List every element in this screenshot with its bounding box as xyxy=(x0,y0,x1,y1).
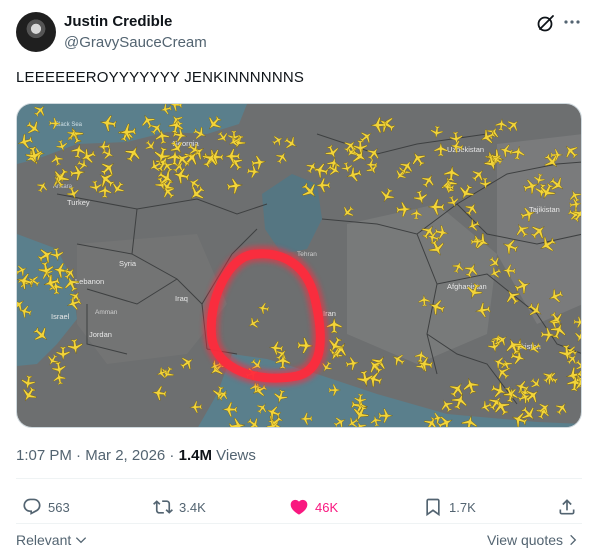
tweet-text: LEEEEEEROYYYYYYY JENKINNNNNNS xyxy=(16,69,305,86)
bookmark-icon xyxy=(426,498,440,517)
reply-icon xyxy=(23,498,41,515)
flight-map: Georgia Turkey Ankara Syria Lebanon Isra… xyxy=(17,104,581,427)
repost-button[interactable]: 3.4K xyxy=(153,496,206,518)
author-handle[interactable]: @GravySauceCream xyxy=(64,33,207,53)
repost-icon xyxy=(153,500,173,514)
repost-count: 3.4K xyxy=(179,499,206,515)
share-button[interactable] xyxy=(557,496,583,518)
sort-label: Relevant xyxy=(16,532,72,548)
map-label-israel: Israel xyxy=(51,312,70,321)
tweet-time[interactable]: 1:07 PM xyxy=(16,447,72,464)
bookmark-button[interactable]: 1.7K xyxy=(423,496,476,518)
tweet-meta: 1:07 PM · Mar 2, 2026 · 1.4M Views xyxy=(16,446,256,466)
views-count: 1.4M xyxy=(178,447,212,464)
author-name[interactable]: Justin Credible xyxy=(64,12,172,32)
view-quotes-link[interactable]: View quotes xyxy=(487,530,580,550)
meta-separator: · xyxy=(165,447,179,464)
map-label-jordan: Jordan xyxy=(89,330,112,339)
grok-icon[interactable] xyxy=(536,13,556,33)
map-label-lebanon: Lebanon xyxy=(75,277,104,286)
sort-replies-dropdown[interactable]: Relevant xyxy=(16,530,88,550)
map-label-iraq: Iraq xyxy=(175,294,188,303)
divider xyxy=(16,478,582,479)
heart-icon xyxy=(290,499,308,515)
tweet-date[interactable]: Mar 2, 2026 xyxy=(85,447,165,464)
more-options-icon[interactable] xyxy=(562,12,582,32)
divider xyxy=(16,523,582,524)
map-label-tehran: Tehran xyxy=(297,251,317,258)
share-icon xyxy=(559,499,575,515)
avatar[interactable] xyxy=(16,12,56,52)
tweet-image[interactable]: Georgia Turkey Ankara Syria Lebanon Isra… xyxy=(16,103,582,428)
reply-button[interactable]: 563 xyxy=(22,496,70,518)
map-label-turkey: Turkey xyxy=(67,198,90,207)
like-count: 46K xyxy=(315,499,339,515)
map-label-afghanistan: Afghanistan xyxy=(447,282,487,291)
like-button[interactable]: 46K xyxy=(289,496,338,518)
reply-count: 563 xyxy=(48,499,70,515)
map-label-amman: Amman xyxy=(95,309,118,316)
view-quotes-label: View quotes xyxy=(487,532,564,548)
meta-separator: · xyxy=(71,447,86,464)
views-label: Views xyxy=(211,447,256,464)
map-label-black-sea: Black Sea xyxy=(55,122,83,128)
chevron-right-icon xyxy=(570,534,577,546)
chevron-down-icon xyxy=(76,537,87,544)
bookmark-count: 1.7K xyxy=(449,499,476,515)
map-label-syria: Syria xyxy=(119,259,137,268)
